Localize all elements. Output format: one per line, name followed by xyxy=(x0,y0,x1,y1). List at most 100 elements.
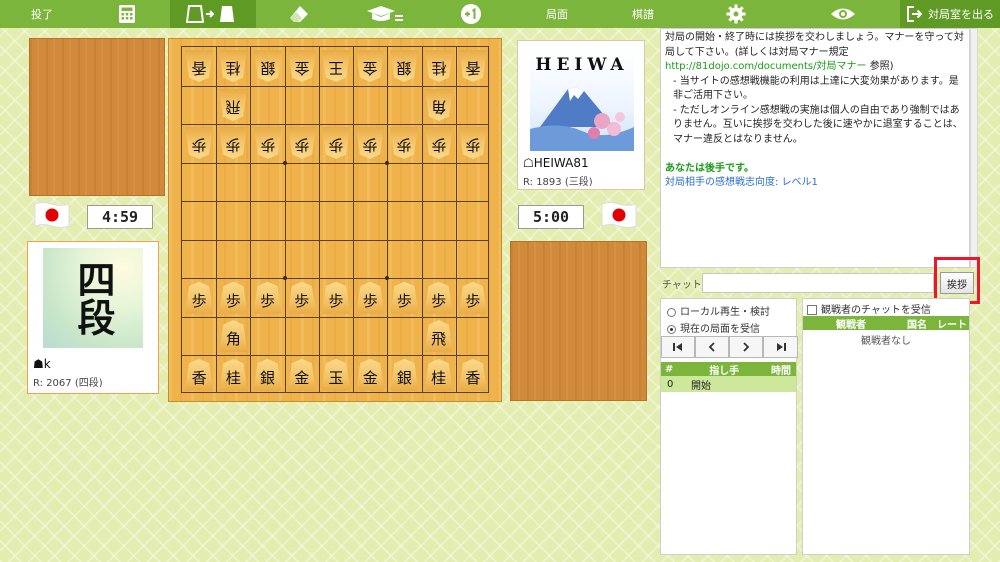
move-col-number: # xyxy=(665,363,674,375)
self-piece[interactable]: 金 xyxy=(287,358,316,391)
self-piece[interactable]: 歩 xyxy=(458,281,487,314)
spectator-chat-label: 観戦者のチャットを受信 xyxy=(821,305,931,316)
self-avatar: 四段 xyxy=(43,248,143,348)
flip-board-button[interactable] xyxy=(170,0,256,28)
opponent-piece[interactable]: 銀 xyxy=(390,50,418,82)
opponent-piece[interactable]: 桂 xyxy=(425,50,453,82)
spectator-chat-checkbox[interactable] xyxy=(807,305,817,315)
grid-line xyxy=(387,47,389,392)
spectate-button[interactable] xyxy=(786,0,900,28)
star-point xyxy=(385,276,390,281)
opponent-piece[interactable]: 金 xyxy=(288,50,316,82)
local-replay-label: ローカル再生・検討 xyxy=(680,307,770,318)
eye-icon xyxy=(831,8,855,20)
opponent-piece[interactable]: 歩 xyxy=(288,127,316,159)
self-piece[interactable]: 歩 xyxy=(287,281,316,314)
first-move-button[interactable] xyxy=(661,336,695,358)
opponent-piece[interactable]: 歩 xyxy=(390,127,418,159)
board-grid[interactable]: 香桂銀金王金銀桂香飛角歩歩歩歩歩歩歩歩歩歩歩歩歩歩歩歩歩歩角飛香桂銀金玉金銀桂香 xyxy=(181,46,489,393)
opponent-piece[interactable]: 歩 xyxy=(356,127,384,159)
self-piece[interactable]: 歩 xyxy=(424,281,453,314)
opponent-piece-stand[interactable] xyxy=(29,38,165,196)
spectator-col-country: 国名 xyxy=(907,319,927,331)
self-piece[interactable]: 銀 xyxy=(253,358,282,391)
local-replay-radio[interactable] xyxy=(667,307,676,317)
opponent-piece[interactable]: 歩 xyxy=(425,127,453,159)
self-piece[interactable]: 飛 xyxy=(424,320,453,353)
self-piece[interactable]: 歩 xyxy=(219,281,248,314)
opponent-piece[interactable]: 歩 xyxy=(459,127,487,159)
self-flag-japan-icon xyxy=(33,200,71,230)
chat-scrollbar[interactable] xyxy=(970,28,978,268)
position-button[interactable]: 局面 xyxy=(514,0,600,28)
move-row[interactable]: 0 開始 xyxy=(661,376,796,392)
self-piece[interactable]: 玉 xyxy=(322,358,350,391)
opponent-piece[interactable]: 金 xyxy=(356,50,384,82)
grid-line xyxy=(182,355,488,357)
calculator-button[interactable] xyxy=(84,0,170,28)
opponent-piece[interactable]: 香 xyxy=(185,50,213,82)
self-piece[interactable]: 香 xyxy=(185,358,214,391)
self-piece[interactable]: 桂 xyxy=(424,358,453,391)
local-replay-option[interactable]: ローカル再生・検討 xyxy=(667,303,770,318)
receive-position-radio[interactable] xyxy=(667,324,676,334)
grid-line xyxy=(421,47,423,392)
eraser-button[interactable] xyxy=(256,0,342,28)
opponent-player-card[interactable]: HEIWA ☖HEIWA81 R: 1893 (三段) xyxy=(517,40,645,190)
opponent-piece[interactable]: 角 xyxy=(425,89,453,121)
star-point xyxy=(282,160,287,165)
opponent-piece[interactable]: 王 xyxy=(322,50,350,82)
resign-button[interactable]: 投了 xyxy=(0,0,84,28)
self-piece[interactable]: 桂 xyxy=(219,358,248,391)
spectator-chat-option[interactable]: 観戦者のチャットを受信 xyxy=(807,301,931,316)
self-piece[interactable]: 歩 xyxy=(185,281,214,314)
chat-line-manners: 対局の開始・終了時には挨拶を交わしましょう。マナーを守って対局して下さい。(詳し… xyxy=(665,32,964,58)
grid-line xyxy=(318,47,320,392)
chat-review-preference: 対局相手の感想戦志向度: レベル1 xyxy=(665,177,818,188)
opponent-piece[interactable]: 桂 xyxy=(219,50,247,82)
opponent-piece[interactable]: 銀 xyxy=(254,50,282,82)
greet-button[interactable]: 挨拶 xyxy=(940,272,974,294)
grid-line xyxy=(182,85,488,87)
self-piece-stand[interactable] xyxy=(510,241,647,401)
opponent-piece[interactable]: 歩 xyxy=(254,127,282,159)
self-piece[interactable]: 銀 xyxy=(390,358,419,391)
leave-room-label: 対局室を出る xyxy=(928,8,994,21)
settings-button[interactable] xyxy=(686,0,786,28)
opponent-piece[interactable]: 歩 xyxy=(185,127,213,159)
opponent-piece[interactable]: 歩 xyxy=(322,127,350,159)
chat-link-suffix: 参照) xyxy=(866,61,894,72)
self-piece[interactable]: 歩 xyxy=(322,281,350,314)
self-piece[interactable]: 歩 xyxy=(356,281,385,314)
toolbar: 投了 局面 棋譜 対局室を出る xyxy=(0,0,1000,28)
next-move-button[interactable] xyxy=(729,336,763,358)
self-piece[interactable]: 角 xyxy=(219,320,248,353)
last-move-button[interactable] xyxy=(763,336,798,358)
opponent-piece[interactable]: 歩 xyxy=(219,127,247,159)
mount-fuji-icon xyxy=(530,87,634,151)
chat-log[interactable]: 対局の開始・終了時には挨拶を交わしましょう。マナーを守って対局して下さい。(詳し… xyxy=(660,28,970,268)
study-button[interactable] xyxy=(342,0,428,28)
previous-move-button[interactable] xyxy=(695,336,729,358)
self-avatar-text: 四段 xyxy=(71,260,116,336)
chat-manners-link[interactable]: http://81dojo.com/documents/対局マナー xyxy=(665,61,866,72)
chat-input[interactable] xyxy=(702,273,934,293)
grid-line xyxy=(455,47,457,392)
self-clock: 4:59 xyxy=(87,205,153,229)
opponent-piece[interactable]: 飛 xyxy=(219,89,247,121)
self-piece[interactable]: 歩 xyxy=(253,281,282,314)
leave-room-button[interactable]: 対局室を出る xyxy=(900,0,1000,28)
self-piece[interactable]: 歩 xyxy=(390,281,419,314)
self-player-card[interactable]: 四段 ☗k R: 2067 (四段) xyxy=(27,241,159,394)
opponent-clock: 5:00 xyxy=(518,205,584,229)
self-piece[interactable]: 金 xyxy=(356,358,385,391)
spectators-panel: 観戦者のチャットを受信 観戦者 国名 レート 観戦者なし xyxy=(802,298,970,555)
graduation-cap-icon xyxy=(367,6,403,21)
grid-line xyxy=(182,278,488,280)
opponent-piece[interactable]: 香 xyxy=(459,50,487,82)
receive-position-option[interactable]: 現在の局面を受信 xyxy=(667,320,760,335)
self-piece[interactable]: 香 xyxy=(458,358,487,391)
kifu-button[interactable]: 棋譜 xyxy=(600,0,686,28)
plus-one-button[interactable] xyxy=(428,0,514,28)
move-row-number: 0 xyxy=(667,378,674,390)
